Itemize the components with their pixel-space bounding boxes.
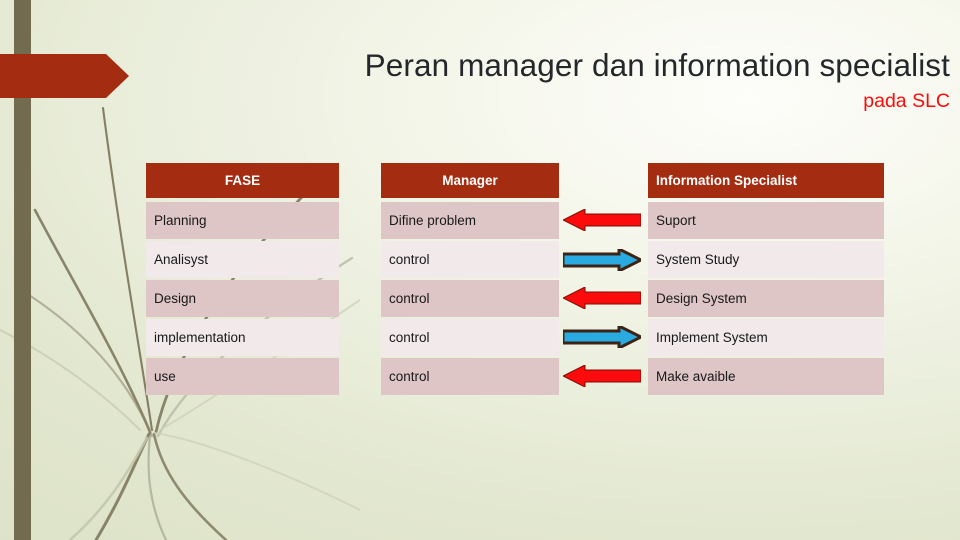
arrow-left-red-icon xyxy=(563,209,641,231)
table-row: use xyxy=(146,358,339,395)
flow-arrows-group xyxy=(561,163,645,395)
table-row: Analisyst xyxy=(146,241,339,278)
page-title: Peran manager dan information specialist xyxy=(364,47,950,83)
arrow-right-blue-icon xyxy=(563,326,641,348)
table-row: Difine problem xyxy=(381,202,559,239)
roles-table: FASE Planning Analisyst Design implement… xyxy=(146,163,884,395)
table-row: control xyxy=(381,319,559,356)
column-header-manager: Manager xyxy=(381,163,559,198)
banner-arrow-icon xyxy=(0,54,129,98)
table-row: Design System xyxy=(648,280,884,317)
page-subtitle: pada SLC xyxy=(863,90,950,113)
table-row: implementation xyxy=(146,319,339,356)
column-header-information-specialist: Information Specialist xyxy=(648,163,884,198)
table-row: Implement System xyxy=(648,319,884,356)
table-row: Suport xyxy=(648,202,884,239)
arrow-left-red-icon xyxy=(563,287,641,309)
column-header-fase: FASE xyxy=(146,163,339,198)
table-row: Planning xyxy=(146,202,339,239)
table-row: control xyxy=(381,358,559,395)
table-row: control xyxy=(381,241,559,278)
title-block: Peran manager dan information specialist… xyxy=(150,47,950,113)
table-row: Design xyxy=(146,280,339,317)
table-row: System Study xyxy=(648,241,884,278)
arrow-right-blue-icon xyxy=(563,249,641,271)
slide-canvas: Peran manager dan information specialist… xyxy=(0,0,960,540)
arrow-left-red-icon xyxy=(563,365,641,387)
table-row: control xyxy=(381,280,559,317)
table-row: Make avaible xyxy=(648,358,884,395)
